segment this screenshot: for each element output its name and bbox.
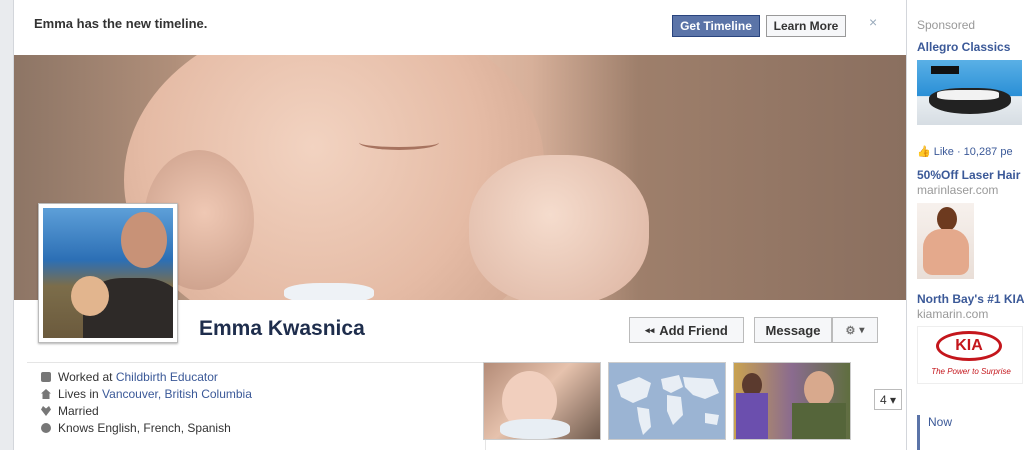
- profile-photo-baby: [71, 276, 109, 316]
- info-knows: Knows English, French, Spanish: [58, 421, 231, 435]
- ad-title-kia[interactable]: North Bay's #1 KIA: [917, 292, 1024, 306]
- thumb-person-1-body: [736, 393, 768, 439]
- heart-icon: [41, 406, 51, 416]
- timeline-notice: Emma has the new timeline. Get Timeline …: [14, 0, 906, 55]
- info-lives-link[interactable]: Vancouver, British Columbia: [102, 387, 252, 401]
- profile-info: Worked at Childbirth Educator Lives in V…: [27, 362, 486, 450]
- info-lives: Lives in Vancouver, British Columbia: [41, 387, 252, 401]
- photos-thumb[interactable]: [483, 362, 601, 440]
- likes-thumb[interactable]: [733, 362, 851, 440]
- profile-name: Emma Kwasnica: [199, 317, 365, 340]
- profile-picture[interactable]: [38, 203, 178, 343]
- globe-icon: [41, 423, 51, 433]
- thumb-person-2-body: [792, 403, 846, 439]
- info-relationship: Married: [41, 404, 99, 418]
- ad-title-laser[interactable]: 50%Off Laser Hair: [917, 168, 1020, 182]
- ad-like-allegro[interactable]: 👍 Like · 10,287 pe: [917, 145, 1013, 158]
- info-work-link[interactable]: Childbirth Educator: [116, 370, 218, 384]
- notice-text: Emma has the new timeline.: [34, 16, 208, 31]
- ad-image-kia[interactable]: KIA The Power to Surprise: [917, 326, 1023, 384]
- ad-url-kia: kiamarin.com: [917, 307, 989, 321]
- ad-woman-head: [937, 207, 957, 231]
- cover-baby-eye: [359, 135, 439, 150]
- message-button[interactable]: Message: [754, 317, 832, 343]
- thumbs-up-icon: 👍: [917, 146, 931, 158]
- sponsored-sidebar: Sponsored Allegro Classics 👍 Like · 10,28…: [906, 0, 1024, 450]
- ad-like-label: Like · 10,287 pe: [933, 146, 1013, 158]
- world-map-icon: [617, 375, 719, 435]
- ad-image-allegro[interactable]: [917, 60, 1022, 125]
- cover-blanket: [284, 283, 374, 300]
- briefcase-icon: [41, 372, 51, 382]
- ad-canopy: [931, 66, 959, 74]
- home-icon: [41, 389, 51, 399]
- info-work: Worked at Childbirth Educator: [41, 370, 218, 384]
- ad-url-laser: marinlaser.com: [917, 183, 999, 197]
- gear-icon: ⚙: [845, 324, 856, 337]
- profile-photo: [43, 208, 173, 338]
- add-friend-label: Add Friend: [659, 322, 728, 338]
- info-married: Married: [58, 404, 99, 418]
- info-lives-prefix: Lives in: [58, 387, 103, 401]
- map-thumb[interactable]: [608, 362, 726, 440]
- ad-title-allegro[interactable]: Allegro Classics: [917, 40, 1010, 54]
- gear-menu-button[interactable]: ⚙ ▾: [832, 317, 878, 343]
- main-column: Emma has the new timeline. Get Timeline …: [13, 0, 907, 450]
- sponsored-title: Sponsored: [917, 18, 976, 32]
- learn-more-button[interactable]: Learn More: [766, 15, 846, 37]
- info-languages: Knows English, French, Spanish: [41, 421, 231, 435]
- ad-woman-body: [923, 229, 969, 275]
- profile-photo-face: [121, 212, 167, 268]
- add-friend-icon: ◂◂: [645, 324, 655, 335]
- timeline-now-link[interactable]: Now: [917, 415, 952, 450]
- ad-lounger-cushion: [937, 90, 999, 100]
- chevron-down-icon: ▾: [859, 324, 865, 336]
- more-sections-dropdown[interactable]: 4 ▾: [874, 389, 902, 410]
- kia-tagline: The Power to Surprise: [931, 367, 1011, 376]
- get-timeline-button[interactable]: Get Timeline: [672, 15, 760, 37]
- thumb-person-2: [804, 371, 834, 407]
- ad-image-laser[interactable]: [917, 203, 974, 279]
- info-work-prefix: Worked at: [58, 370, 116, 384]
- cover-baby-fist: [469, 155, 649, 300]
- thumb-blanket: [500, 419, 570, 439]
- add-friend-button[interactable]: ◂◂ Add Friend: [629, 317, 744, 343]
- kia-logo: KIA: [936, 331, 1002, 361]
- close-icon[interactable]: ×: [869, 14, 877, 30]
